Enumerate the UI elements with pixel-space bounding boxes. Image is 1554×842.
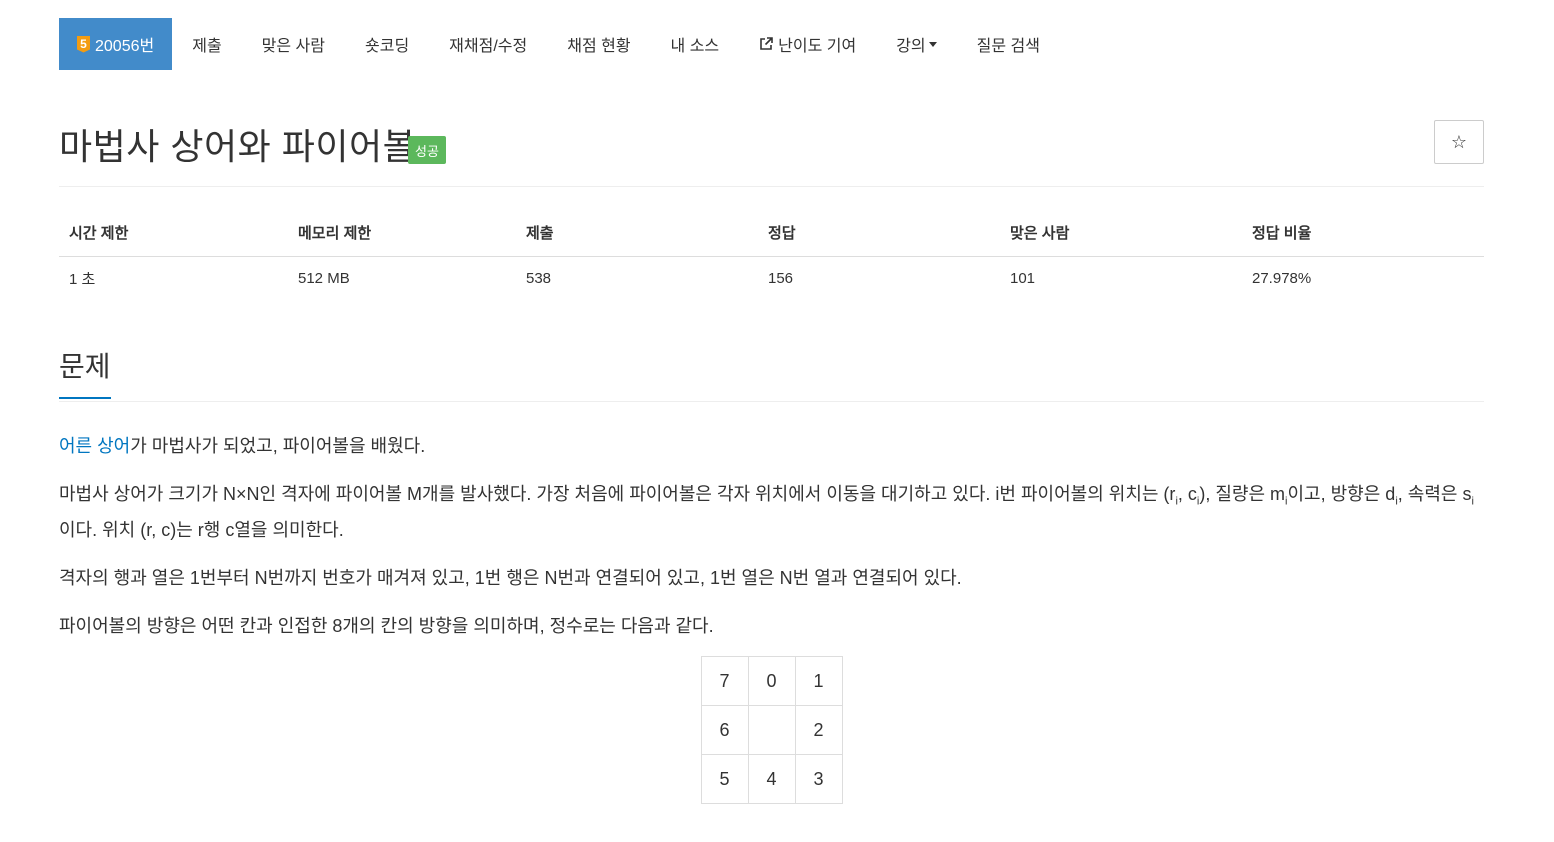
p2-text-d: 이고, 방향은 d xyxy=(1287,484,1396,504)
problem-paragraph-1: 어른 상어가 마법사가 되었고, 파이어볼을 배웠다. xyxy=(59,428,1484,464)
value-time-limit: 1 초 xyxy=(69,271,96,288)
nav-lecture-label: 강의 xyxy=(896,38,926,55)
direction-row: 7 0 1 xyxy=(700,656,843,706)
p2-text-e: , 속력은 s xyxy=(1397,484,1472,504)
nav-difficulty[interactable]: 난이도 기여 xyxy=(739,18,876,70)
shark-link[interactable]: 어른 상어 xyxy=(59,436,130,456)
direction-cell: 1 xyxy=(794,656,843,706)
problem-section-header: 문제 xyxy=(59,324,1484,402)
p1-text: 가 마법사가 되었고, 파이어볼을 배웠다. xyxy=(130,436,426,456)
nav-my-source[interactable]: 내 소스 xyxy=(651,18,740,70)
nav-short-coding-label: 숏코딩 xyxy=(365,38,410,55)
nav-solved-users[interactable]: 맞은 사람 xyxy=(242,18,345,70)
p2-text-b: , c xyxy=(1177,484,1197,504)
nav-question-search[interactable]: 질문 검색 xyxy=(957,18,1060,70)
header-time-limit: 시간 제한 xyxy=(59,209,288,257)
p2-sub: i xyxy=(1471,495,1474,508)
header-accepted: 정답 xyxy=(758,209,1000,257)
nav-status-label: 채점 현황 xyxy=(567,38,631,55)
p2-text-a: 마법사 상어가 크기가 N×N인 격자에 파이어볼 M개를 발사했다. 가장 처… xyxy=(59,484,1176,504)
problem-paragraph-4: 파이어볼의 방향은 어떤 칸과 인접한 8개의 칸의 방향을 의미하며, 정수로… xyxy=(59,616,714,636)
nav-my-source-label: 내 소스 xyxy=(670,38,720,55)
star-icon: ☆ xyxy=(1450,131,1468,152)
direction-cell: 7 xyxy=(700,656,749,706)
info-value-row: 1 초 512 MB 538 156 101 27.978% xyxy=(59,257,1484,301)
direction-row: 6 2 xyxy=(700,705,843,755)
header-memory-limit: 메모리 제한 xyxy=(288,209,516,257)
direction-cell xyxy=(747,705,796,755)
nav-rejudge[interactable]: 재채점/수정 xyxy=(429,18,547,70)
p2-text-f: 이다. 위치 (r, c)는 r행 c열을 의미한다. xyxy=(59,520,344,540)
problem-nav: 5 20056번 제출 맞은 사람 숏코딩 재채점/수정 채점 현황 내 소스 … xyxy=(59,18,1484,70)
header-solved-users: 맞은 사람 xyxy=(1000,209,1242,257)
header-submissions: 제출 xyxy=(516,209,758,257)
problem-paragraph-2: 마법사 상어가 크기가 N×N인 격자에 파이어볼 M개를 발사했다. 가장 처… xyxy=(59,476,1484,548)
problem-title: 마법사 상어와 파이어볼 xyxy=(59,126,417,167)
direction-cell: 2 xyxy=(794,705,843,755)
value-solved-users: 101 xyxy=(1010,270,1036,287)
problem-description: 어른 상어가 마법사가 되었고, 파이어볼을 배웠다. 마법사 상어가 크기가 … xyxy=(59,428,1484,804)
header-ratio: 정답 비율 xyxy=(1242,209,1484,257)
nav-question-search-label: 질문 검색 xyxy=(976,38,1040,55)
nav-difficulty-label: 난이도 기여 xyxy=(778,38,857,55)
nav-problem-id-label: 20056번 xyxy=(95,38,155,55)
nav-lecture-dropdown[interactable]: 강의 xyxy=(876,18,956,70)
direction-cell: 0 xyxy=(747,656,796,706)
value-memory-limit: 512 MB xyxy=(298,270,350,287)
nav-short-coding[interactable]: 숏코딩 xyxy=(345,18,429,70)
result-badge: 성공 xyxy=(408,136,446,164)
nav-solved-users-label: 맞은 사람 xyxy=(261,38,325,55)
nav-submit-label: 제출 xyxy=(192,38,222,55)
p2-text-c: ), 질량은 m xyxy=(1199,484,1286,504)
title-row: 마법사 상어와 파이어볼 성공 ☆ xyxy=(59,70,1484,187)
value-ratio: 27.978% xyxy=(1252,270,1312,287)
html5-badge-icon: 5 xyxy=(77,35,90,53)
star-button[interactable]: ☆ xyxy=(1434,120,1484,164)
direction-cell: 3 xyxy=(794,754,843,804)
value-submissions: 538 xyxy=(526,270,552,287)
caret-down-icon xyxy=(928,41,937,47)
nav-problem-id[interactable]: 5 20056번 xyxy=(59,18,173,70)
direction-table: 7 0 1 6 2 5 4 3 xyxy=(700,656,843,804)
direction-row: 5 4 3 xyxy=(700,754,843,804)
nav-rejudge-label: 재채점/수정 xyxy=(449,38,528,55)
problem-paragraph-3: 격자의 행과 열은 1번부터 N번까지 번호가 매겨져 있고, 1번 행은 N번… xyxy=(59,568,962,588)
nav-status[interactable]: 채점 현황 xyxy=(547,18,650,70)
value-accepted: 156 xyxy=(768,270,794,287)
nav-submit[interactable]: 제출 xyxy=(172,18,241,70)
direction-cell: 6 xyxy=(700,705,749,755)
direction-cell: 5 xyxy=(700,754,749,804)
page: 5 20056번 제출 맞은 사람 숏코딩 재채점/수정 채점 현황 내 소스 … xyxy=(59,18,1484,804)
direction-cell: 4 xyxy=(747,754,796,804)
section-title: 문제 xyxy=(59,345,111,399)
info-header-row: 시간 제한 메모리 제한 제출 정답 맞은 사람 정답 비율 xyxy=(59,209,1484,257)
problem-info-table: 시간 제한 메모리 제한 제출 정답 맞은 사람 정답 비율 1 초 512 M… xyxy=(59,209,1484,300)
external-link-icon xyxy=(759,37,774,51)
